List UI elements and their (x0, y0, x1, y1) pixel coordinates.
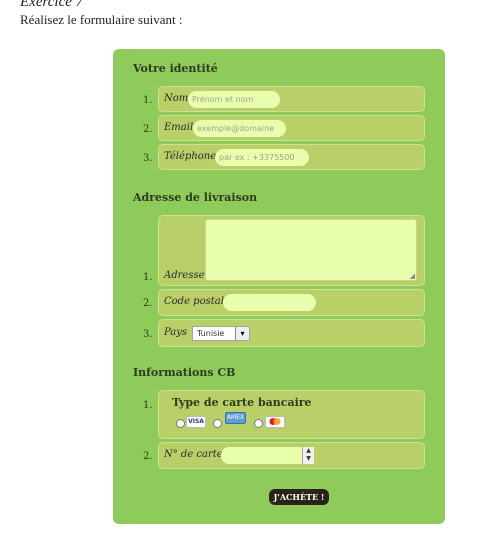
address-row: 1. Adresse ◢ (143, 215, 425, 286)
chevron-down-icon[interactable]: ▾ (235, 327, 249, 340)
email-input[interactable]: exemple@domaine (193, 120, 286, 137)
address-textarea[interactable]: ◢ (205, 219, 417, 281)
name-number: 1. (143, 95, 153, 106)
country-number: 3. (143, 329, 153, 340)
address-number: 1. (143, 272, 153, 283)
exercise-instructions: Réalisez le formulaire suivant : (20, 12, 183, 27)
postal-number: 2. (143, 298, 153, 309)
postal-row: 2. Code postal (143, 289, 425, 316)
country-row: 3. Pays Tunisie ▾ (143, 319, 425, 347)
phone-number: 3. (143, 153, 153, 164)
email-label: Email (164, 122, 194, 133)
card-type-number: 1. (143, 400, 153, 411)
country-selected-value: Tunisie (197, 329, 225, 338)
name-input[interactable]: Prénom et nom (188, 91, 280, 108)
email-number: 2. (143, 124, 153, 135)
card-type-row: 1. Type de carte bancaire VISA AMEX (143, 390, 425, 439)
identity-legend: Votre identité (133, 62, 218, 75)
number-stepper-icon[interactable]: ▲ ▼ (302, 447, 314, 464)
buy-button[interactable]: J'ACHÈTE ! (269, 489, 329, 505)
card-number-label: N° de carte (164, 449, 223, 460)
email-row: 2. Email exemple@domaine (143, 115, 425, 141)
postal-code-input[interactable] (223, 294, 316, 311)
amex-radio[interactable] (213, 419, 222, 428)
phone-row: 3. Téléphone par ex : +3375500 (143, 144, 425, 170)
order-form: Votre identité 1. Nom Prénom et nom 2. E… (113, 49, 445, 524)
country-label: Pays (164, 327, 188, 338)
name-row: 1. Nom Prénom et nom (143, 86, 425, 112)
phone-label: Téléphone (164, 151, 217, 162)
resize-handle-icon[interactable]: ◢ (410, 272, 415, 280)
payment-legend: Informations CB (133, 366, 236, 379)
mastercard-radio[interactable] (254, 419, 263, 428)
postal-label: Code postal (164, 296, 224, 307)
name-label: Nom (164, 93, 189, 104)
mastercard-icon (265, 416, 285, 428)
address-label: Adresse (164, 270, 205, 281)
card-number-number: 2. (143, 451, 153, 462)
country-select[interactable]: Tunisie ▾ (192, 326, 250, 341)
card-type-label: Type de carte bancaire (172, 396, 312, 409)
phone-input[interactable]: par ex : +3375500 (215, 149, 309, 166)
exercise-title: Exercice 7 (20, 0, 84, 10)
amex-card-icon: AMEX (225, 412, 246, 424)
card-number-input[interactable]: ▲ ▼ (221, 447, 314, 464)
delivery-legend: Adresse de livraison (133, 191, 258, 204)
visa-card-icon: VISA (186, 416, 206, 428)
visa-radio[interactable] (176, 419, 185, 428)
card-number-row: 2. N° de carte ▲ ▼ (143, 442, 425, 469)
